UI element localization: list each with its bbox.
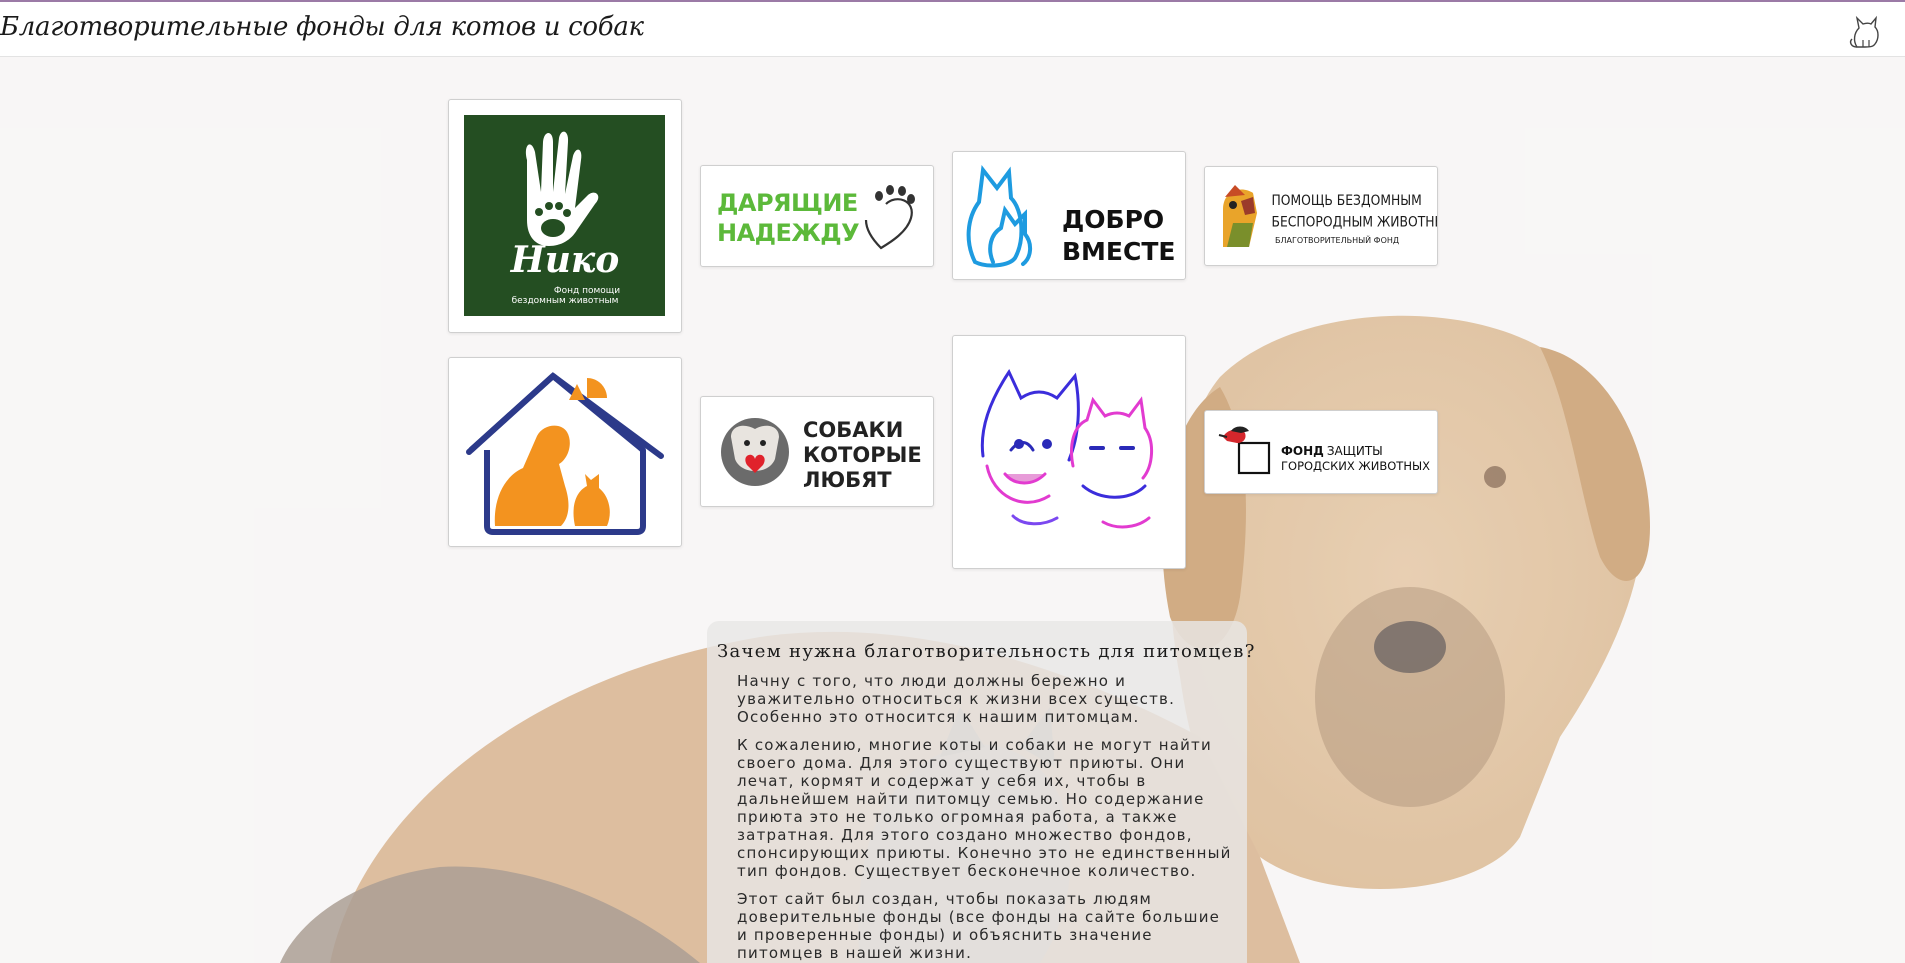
info-p2-line: приюта это не только огромная работа, а … [737, 808, 1178, 826]
niko-name: Нико [510, 239, 620, 281]
dobro-vmeste-logo: ДОБРО ВМЕСТЕ [966, 164, 1176, 268]
sobaki-line1: СОБАКИ [803, 418, 903, 442]
info-p1-line: Особенно это относится к нашим питомцам. [737, 708, 1140, 726]
zashchita-line1: ФОНД ЗАЩИТЫ [1281, 444, 1383, 458]
house-dog-cat-icon [466, 372, 664, 535]
foundation-logo-niko[interactable]: Нико Фонд помощи бездомным животным [448, 99, 682, 333]
patchwork-dog-cat-icon [1223, 185, 1257, 247]
dobro-line2: ВМЕСТЕ [1062, 237, 1176, 266]
sobaki-line3: ЛЮБЯТ [803, 468, 892, 492]
dog-with-heart-icon [721, 418, 789, 486]
info-p3-line: Этот сайт был создан, чтобы показать люд… [737, 890, 1153, 908]
foundation-logo-daryashchie-nadezhdu[interactable]: ДАРЯЩИЕ НАДЕЖДУ [700, 165, 934, 267]
pomoshch-logo: ПОМОЩЬ БЕЗДОМНЫМ БЕСПОРОДНЫМ ЖИВОТНЫМ БЛ… [1223, 185, 1438, 247]
info-panel: Зачем нужна благотворительность для пито… [707, 621, 1256, 963]
pomoshch-line1: ПОМОЩЬ БЕЗДОМНЫМ [1272, 192, 1422, 209]
niko-subtitle-1: Фонд помощи [554, 286, 620, 296]
daryashchie-logo: ДАРЯЩИЕ НАДЕЖДУ [717, 185, 915, 250]
info-p2-line: К сожалению, многие коты и собаки не мог… [737, 736, 1212, 754]
zashchita-fond: ФОНД [1281, 444, 1324, 458]
cat-outline-icon[interactable] [1845, 11, 1885, 51]
site-header: Благотворительные фонды для котов и соба… [0, 2, 1905, 57]
zashchita-line2: ГОРОДСКИХ ЖИВОТНЫХ [1281, 459, 1430, 473]
foundation-logo-dog-and-cat-drawing[interactable] [952, 335, 1186, 569]
daryashchie-line1: ДАРЯЩИЕ [717, 189, 858, 217]
info-p1-line: Начну с того, что люди должны бережно и [737, 672, 1127, 690]
info-p2-line: своего дома. Для этого существуют приюты… [737, 754, 1186, 772]
info-paragraph-1: Начну с того, что люди должны бережно и … [737, 672, 1237, 726]
foundation-logo-sobaki-kotorye-lyubyat[interactable]: СОБАКИ КОТОРЫЕ ЛЮБЯТ [700, 396, 934, 507]
foundation-logo-pomoshch-bezdomnym[interactable]: ПОМОЩЬ БЕЗДОМНЫМ БЕСПОРОДНЫМ ЖИВОТНЫМ БЛ… [1204, 166, 1438, 266]
info-p3-line: доверительные фонды (все фонды на сайте … [737, 908, 1221, 926]
pomoshch-line2: БЕСПОРОДНЫМ ЖИВОТНЫМ [1272, 213, 1438, 230]
info-p2-line: спонсирующих приюты. Конечно это не един… [737, 844, 1232, 862]
niko-logo: Нико Фонд помощи бездомным животным [464, 115, 665, 316]
zashchita-word: ЗАЩИТЫ [1327, 444, 1383, 458]
paw-heart-icon [864, 185, 915, 250]
fond-zashchity-logo: ФОНД ЗАЩИТЫ ГОРОДСКИХ ЖИВОТНЫХ [1218, 426, 1430, 475]
info-heading: Зачем нужна благотворительность для пито… [717, 641, 1256, 662]
cats-outline-icon [966, 164, 1032, 268]
pomoshch-line3: БЛАГОТВОРИТЕЛЬНЫЙ ФОНД [1275, 234, 1399, 245]
foundation-logo-dobro-vmeste[interactable]: ДОБРО ВМЕСТЕ [952, 151, 1186, 280]
dog-and-cat-drawing-icon [980, 368, 1153, 529]
dobro-line1: ДОБРО [1062, 205, 1164, 234]
info-p2-line: затратная. Для этого создано множество ф… [737, 826, 1193, 844]
info-paragraph-3: Этот сайт был создан, чтобы показать люд… [737, 890, 1237, 962]
info-p2-line: тип фондов. Существует бесконечное колич… [737, 862, 1197, 880]
info-p2-line: дальнейшем найти питомцу семью. Но содер… [737, 790, 1205, 808]
site-title: Благотворительные фонды для котов и соба… [0, 12, 644, 42]
sobaki-logo: СОБАКИ КОТОРЫЕ ЛЮБЯТ [721, 418, 922, 492]
info-p3-line: и проверенные фонды) и объяснить значени… [737, 926, 1153, 944]
info-p2-line: лечат, кормят и содержат у себя их, чтоб… [737, 772, 1147, 790]
foundation-logo-fond-zashchity[interactable]: ФОНД ЗАЩИТЫ ГОРОДСКИХ ЖИВОТНЫХ [1204, 410, 1438, 494]
foundation-logo-house-dog-cat[interactable] [448, 357, 682, 547]
niko-subtitle-2: бездомным животным [512, 296, 619, 306]
info-paragraph-2: К сожалению, многие коты и собаки не мог… [737, 736, 1237, 880]
info-p1-line: уважительно относиться к жизни всех суще… [737, 690, 1176, 708]
daryashchie-line2: НАДЕЖДУ [717, 219, 859, 247]
sobaki-line2: КОТОРЫЕ [803, 443, 922, 467]
bird-on-box-icon [1218, 426, 1271, 475]
info-p3-line: питомцев в нашей жизни. [737, 944, 973, 962]
